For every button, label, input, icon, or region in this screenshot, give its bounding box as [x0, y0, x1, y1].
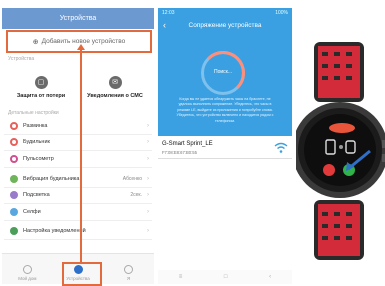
list-item-label: Вибрация будильника [23, 175, 80, 182]
status-time: 12:03 [162, 10, 175, 16]
tile-anti-lost[interactable]: ▢ Защита от потери [4, 66, 78, 108]
list-item-notification-settings[interactable]: Настройка уведомлений › [4, 223, 152, 240]
annotation-arrow [80, 49, 82, 262]
screen-title: Устройства [2, 8, 154, 29]
tab-me[interactable]: Я [103, 254, 154, 284]
feature-tiles: ▢ Защита от потери ✉ Уведомления о СМС [4, 66, 152, 108]
chevron-right-icon: › [147, 175, 149, 182]
list-item-label: Подсветка [23, 192, 50, 199]
camera-icon [10, 207, 18, 216]
home-icon [22, 265, 32, 274]
pairing-help-text: Когда вы не удается обнаружить часы на б… [176, 97, 274, 123]
settings-list-a: Разминка › Будильник › Пульсометр › [4, 118, 152, 168]
chevron-right-icon: › [147, 139, 149, 146]
list-item-alarm[interactable]: Будильник › [4, 135, 152, 151]
found-device-row[interactable]: G-Smart Sprint_LE F7:08:E8:67:B0:55 [158, 138, 292, 159]
list-item-heart-rate[interactable]: Пульсометр › [4, 151, 152, 168]
list-item-warmup[interactable]: Разминка › [4, 118, 152, 135]
notification-icon [10, 226, 18, 235]
heart-rate-icon [10, 154, 18, 163]
tab-label: Мой дом [18, 276, 37, 281]
list-item-label: Разминка [23, 122, 48, 129]
tile-label: Защита от потери [16, 92, 66, 99]
device-mac: F7:08:E8:67:B0:55 [162, 150, 197, 155]
list-item-label: Будильник [23, 139, 50, 146]
chevron-right-icon: › [147, 208, 149, 215]
chevron-right-icon: › [147, 155, 149, 162]
home-nav-icon[interactable]: □ [224, 274, 228, 280]
android-nav-bar: ≡ □ ‹ [158, 270, 292, 284]
list-item-value: Абсенко [122, 175, 142, 182]
device-icon: ▢ [34, 75, 48, 89]
annotation-arrow-head [77, 44, 85, 50]
scan-status-label: Поиск... [213, 69, 233, 75]
screen-title: Сопряжение устройства [188, 22, 262, 29]
message-icon: ✉ [108, 75, 122, 89]
signal-icon [274, 142, 288, 153]
section-header-devices: Устройства [8, 56, 35, 62]
tile-label: Уведомления о СМС [87, 92, 143, 99]
vibration-icon [10, 174, 18, 183]
menu-nav-icon[interactable]: ≡ [179, 274, 183, 280]
status-battery: 100% [275, 10, 288, 16]
back-nav-icon[interactable]: ‹ [269, 274, 271, 280]
tab-label: Я [127, 276, 131, 281]
tab-home[interactable]: Мой дом [2, 254, 53, 284]
settings-list-c: Настройка уведомлений › [4, 223, 152, 240]
pairing-screen: 12:03 100% ‹ Сопряжение устройства Поиск… [158, 8, 292, 284]
chevron-right-icon: › [147, 122, 149, 129]
tile-sms-notify[interactable]: ✉ Уведомления о СМС [78, 66, 152, 108]
annotation-highlight-tab [62, 262, 102, 286]
device-name: G-Smart Sprint_LE [162, 141, 213, 147]
backlight-icon [10, 191, 18, 200]
person-icon [124, 265, 134, 274]
smartwatch-image [296, 42, 385, 260]
chevron-right-icon: › [147, 227, 149, 234]
plus-icon: ⊕ [32, 38, 39, 46]
list-item-value: 2сек. [130, 192, 142, 199]
list-item-backlight[interactable]: Подсветка 2сек. › [4, 188, 152, 204]
list-item-label: Селфи [23, 208, 41, 215]
settings-list-b: Вибрация будильника Абсенко › Подсветка … [4, 171, 152, 221]
list-item-label: Пульсометр [23, 155, 54, 162]
chevron-right-icon: › [147, 192, 149, 199]
warmup-icon [10, 121, 18, 130]
list-item-selfie[interactable]: Селфи › [4, 204, 152, 221]
alarm-icon [10, 138, 18, 147]
section-header-settings: Детальные настройки [8, 110, 59, 116]
list-item-alarm-vibration[interactable]: Вибрация будильника Абсенко › [4, 171, 152, 188]
list-item-label: Настройка уведомлений [23, 227, 86, 234]
